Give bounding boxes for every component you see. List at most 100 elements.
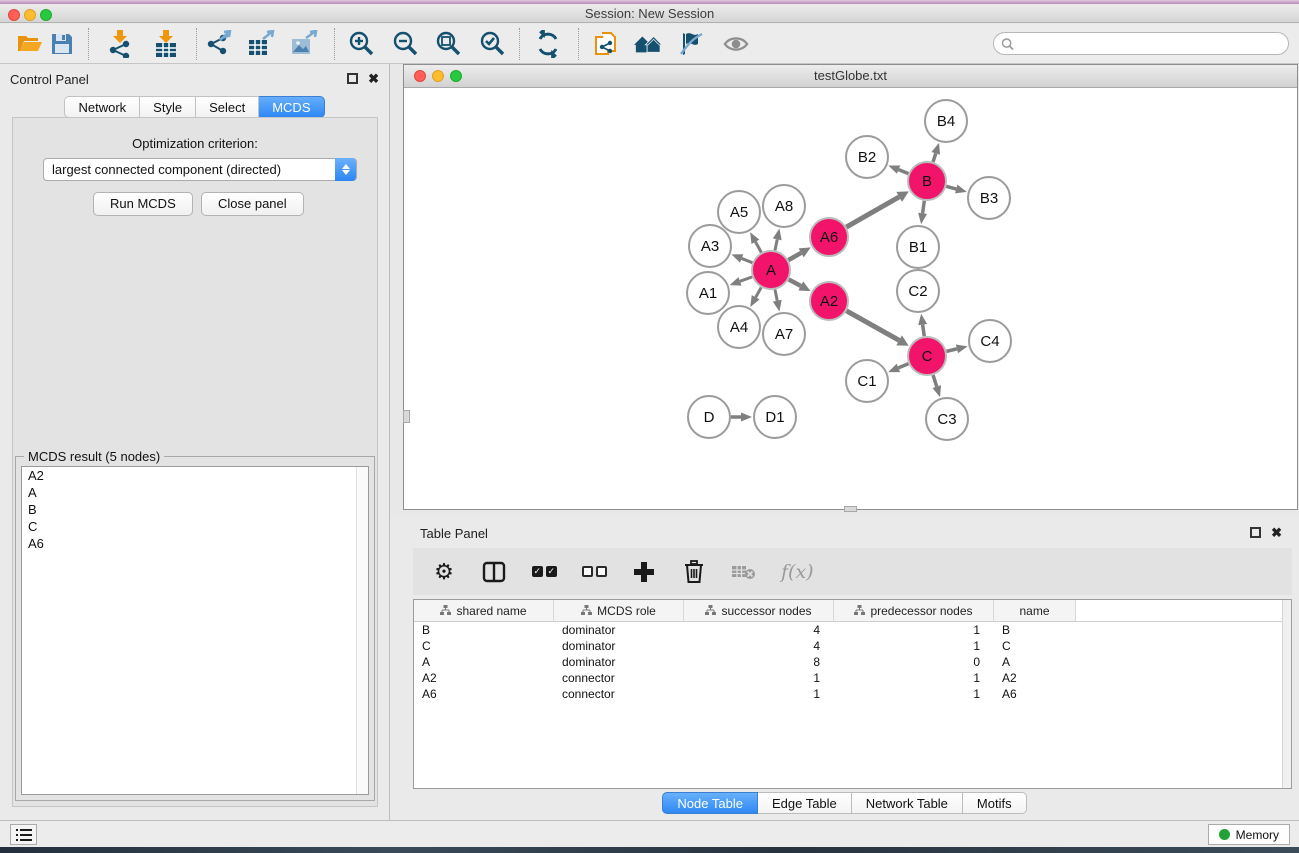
network-graph[interactable]: AA1A2A3A4A5A6A7A8BB1B2B3B4CC1C2C3C4DD1 xyxy=(404,88,1297,509)
cell-predecessor-nodes[interactable]: 1 xyxy=(834,686,994,702)
cell-MCDS-role[interactable]: dominator xyxy=(554,622,684,638)
cell-successor-nodes[interactable]: 4 xyxy=(684,638,834,654)
edge-A-A1[interactable] xyxy=(740,277,752,281)
deselect-all-icon[interactable] xyxy=(581,559,607,585)
select-all-icon[interactable] xyxy=(531,559,557,585)
cell-shared-name[interactable]: C xyxy=(414,638,554,654)
cell-name[interactable]: A2 xyxy=(994,670,1076,686)
column-header-name[interactable]: name xyxy=(994,600,1076,621)
zoom-fit-icon[interactable] xyxy=(434,30,462,58)
duplicate-network-icon[interactable] xyxy=(593,30,621,58)
edge-A-A7[interactable] xyxy=(775,290,777,301)
cell-name[interactable]: A xyxy=(994,654,1076,670)
tab-style[interactable]: Style xyxy=(140,96,196,118)
edge-A-A5[interactable] xyxy=(755,242,761,253)
column-header-MCDS-role[interactable]: MCDS role xyxy=(554,600,684,621)
column-selector-icon[interactable] xyxy=(481,559,507,585)
cell-MCDS-role[interactable]: connector xyxy=(554,686,684,702)
cell-MCDS-role[interactable]: connector xyxy=(554,670,684,686)
edge-A-A8[interactable] xyxy=(775,239,777,250)
float-panel-icon[interactable] xyxy=(347,73,358,84)
cell-name[interactable]: A6 xyxy=(994,686,1076,702)
table-row[interactable]: A6connector11A6 xyxy=(414,686,1291,702)
tab-select[interactable]: Select xyxy=(196,96,259,118)
delete-column-icon[interactable] xyxy=(681,559,707,585)
cell-successor-nodes[interactable]: 1 xyxy=(684,686,834,702)
import-table-icon[interactable] xyxy=(152,30,180,58)
cell-shared-name[interactable]: A xyxy=(414,654,554,670)
edge-A-A2[interactable] xyxy=(789,279,801,285)
list-scrollbar[interactable] xyxy=(356,467,368,794)
edge-C-C2[interactable] xyxy=(923,325,925,337)
float-panel-icon[interactable] xyxy=(1250,527,1261,538)
cell-successor-nodes[interactable]: 4 xyxy=(684,622,834,638)
mcds-result-item[interactable]: C xyxy=(22,518,368,535)
tab-node-table[interactable]: Node Table xyxy=(662,792,758,814)
cell-predecessor-nodes[interactable]: 1 xyxy=(834,638,994,654)
show-graphics-details-icon[interactable] xyxy=(677,30,705,58)
export-image-icon[interactable] xyxy=(290,30,318,58)
export-network-icon[interactable] xyxy=(204,30,232,58)
network-canvas[interactable]: AA1A2A3A4A5A6A7A8BB1B2B3B4CC1C2C3C4DD1 xyxy=(404,88,1297,509)
edge-A2-C[interactable] xyxy=(846,311,899,341)
save-session-icon[interactable] xyxy=(48,30,76,58)
edge-B-B2[interactable] xyxy=(899,170,909,174)
cell-name[interactable]: C xyxy=(994,638,1076,654)
cell-predecessor-nodes[interactable]: 1 xyxy=(834,622,994,638)
mcds-result-item[interactable]: A xyxy=(22,484,368,501)
close-panel-icon[interactable]: ✖ xyxy=(368,73,379,84)
zoom-in-icon[interactable] xyxy=(347,30,375,58)
cell-MCDS-role[interactable]: dominator xyxy=(554,654,684,670)
cell-shared-name[interactable]: A6 xyxy=(414,686,554,702)
zoom-selected-icon[interactable] xyxy=(478,30,506,58)
column-header-successor-nodes[interactable]: successor nodes xyxy=(684,600,834,621)
close-panel-icon[interactable]: ✖ xyxy=(1271,527,1282,538)
mcds-result-item[interactable]: A2 xyxy=(22,467,368,484)
divider-handle[interactable] xyxy=(403,410,410,423)
run-mcds-button[interactable]: Run MCDS xyxy=(93,192,193,216)
table-row[interactable]: Adominator80A xyxy=(414,654,1291,670)
column-header-predecessor-nodes[interactable]: predecessor nodes xyxy=(834,600,994,621)
tab-motifs[interactable]: Motifs xyxy=(963,792,1027,814)
mcds-result-list[interactable]: A2ABCA6 xyxy=(21,466,369,795)
mcds-result-item[interactable]: B xyxy=(22,501,368,518)
eye-icon[interactable] xyxy=(722,30,750,58)
delete-table-icon[interactable] xyxy=(731,559,757,585)
cell-successor-nodes[interactable]: 8 xyxy=(684,654,834,670)
edge-B-B4[interactable] xyxy=(933,153,936,162)
edge-A-A3[interactable] xyxy=(742,258,753,262)
tab-edge-table[interactable]: Edge Table xyxy=(758,792,852,814)
edge-A-A6[interactable] xyxy=(788,253,801,260)
table-scrollbar[interactable] xyxy=(1282,600,1291,788)
cell-name[interactable]: B xyxy=(994,622,1076,638)
export-table-icon[interactable] xyxy=(247,30,275,58)
edge-A-A4[interactable] xyxy=(756,287,762,297)
column-header-shared-name[interactable]: shared name xyxy=(414,600,554,621)
import-network-icon[interactable] xyxy=(106,30,134,58)
search-input[interactable] xyxy=(1018,35,1278,52)
table-settings-gear-icon[interactable]: ⚙ xyxy=(431,559,457,585)
add-column-icon[interactable] xyxy=(631,559,657,585)
home-views-icon[interactable] xyxy=(634,30,662,58)
network-window-titlebar[interactable]: testGlobe.txt xyxy=(404,65,1297,88)
close-panel-button[interactable]: Close panel xyxy=(201,192,304,216)
cell-predecessor-nodes[interactable]: 0 xyxy=(834,654,994,670)
tab-mcds[interactable]: MCDS xyxy=(259,96,324,118)
function-builder-icon[interactable]: f(x) xyxy=(781,559,814,585)
edge-C-C3[interactable] xyxy=(933,375,937,387)
table-row[interactable]: Bdominator41B xyxy=(414,622,1291,638)
open-session-icon[interactable] xyxy=(16,30,44,58)
cell-MCDS-role[interactable]: dominator xyxy=(554,638,684,654)
zoom-out-icon[interactable] xyxy=(391,30,419,58)
edge-B-B1[interactable] xyxy=(923,201,925,213)
divider-handle[interactable] xyxy=(844,506,857,512)
mcds-result-item[interactable]: A6 xyxy=(22,535,368,552)
cell-predecessor-nodes[interactable]: 1 xyxy=(834,670,994,686)
tab-network[interactable]: Network xyxy=(64,96,140,118)
edge-C-C4[interactable] xyxy=(946,349,956,351)
tab-network-table[interactable]: Network Table xyxy=(852,792,963,814)
cell-shared-name[interactable]: A2 xyxy=(414,670,554,686)
memory-button[interactable]: Memory xyxy=(1208,824,1290,845)
task-history-button[interactable] xyxy=(10,824,37,845)
edge-C-C1[interactable] xyxy=(898,364,908,368)
